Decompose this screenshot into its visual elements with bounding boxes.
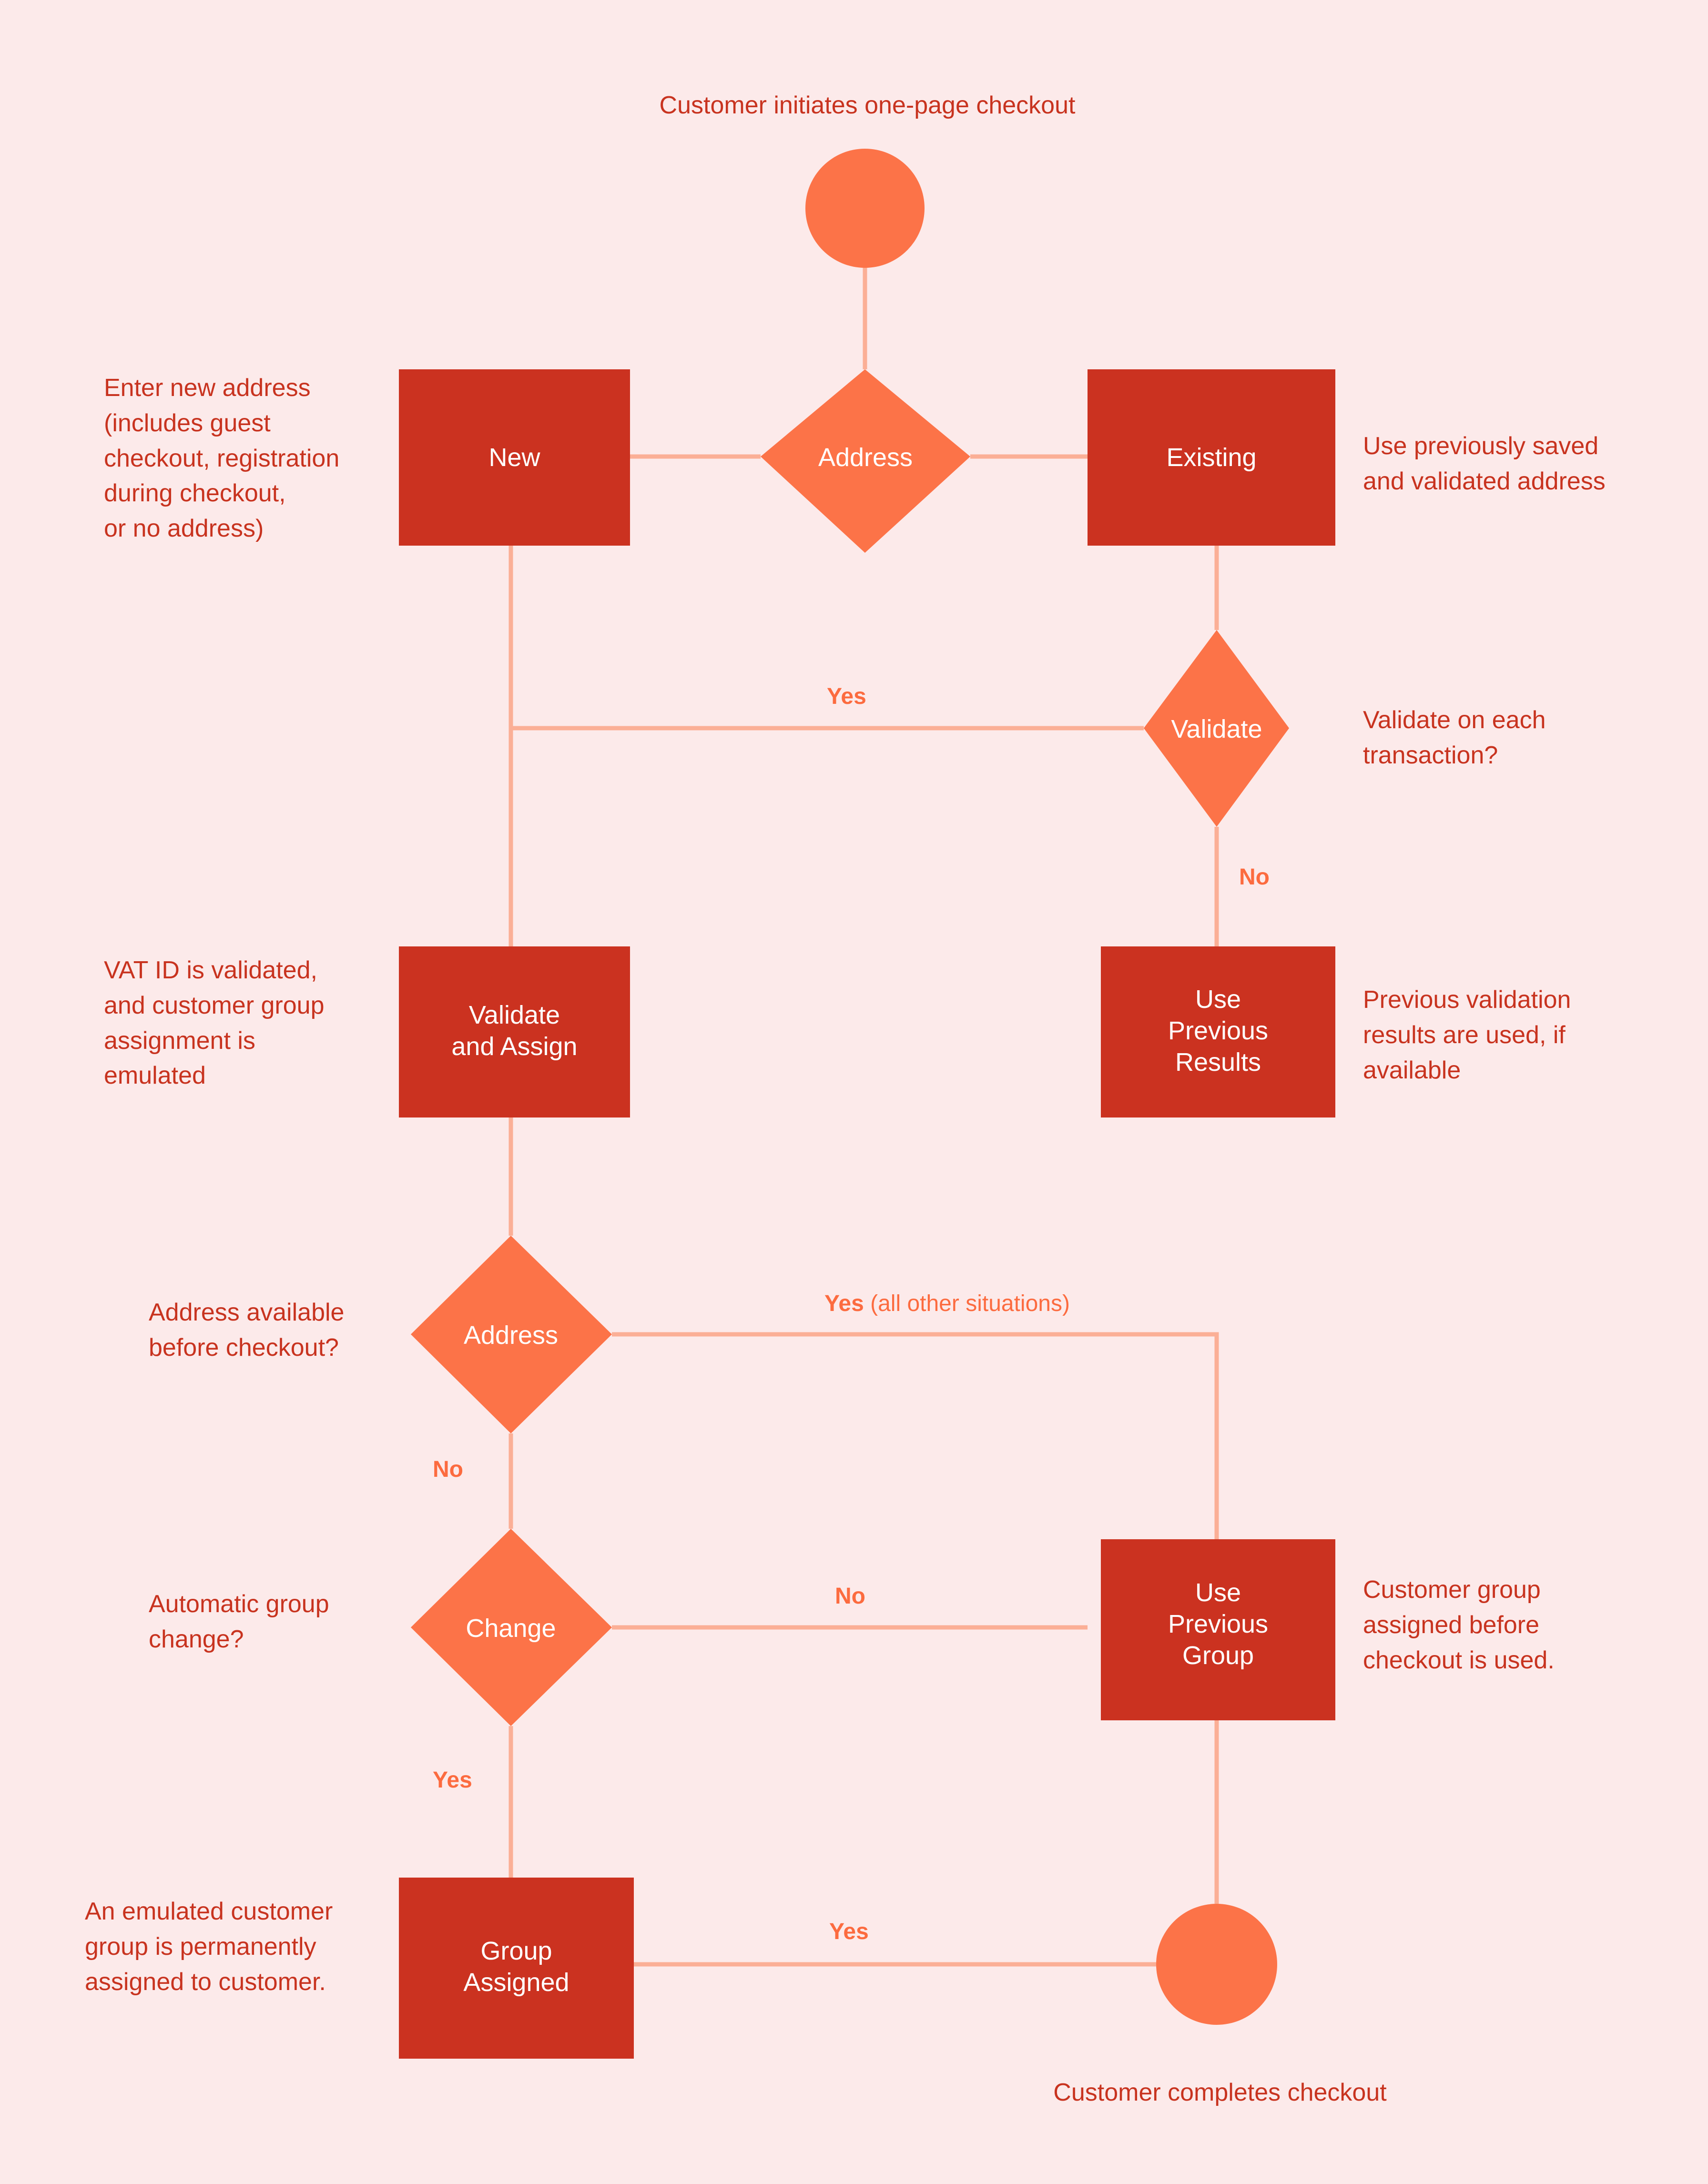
process-prev-results-shape: [1101, 946, 1335, 1117]
edge-label-address2-yes-main: Yes: [824, 1291, 864, 1316]
decision-address2-shape: [411, 1236, 612, 1433]
edge-label-validate-yes: Yes: [827, 684, 866, 709]
decision-address1-shape: [761, 369, 970, 553]
note-validate: Validate on each transaction?: [1363, 706, 1546, 769]
note-group-assigned: An emulated customer group is permanentl…: [85, 1898, 333, 1996]
note-prev-group: Customer group assigned before checkout …: [1363, 1576, 1555, 1674]
note-change: Automatic group change?: [149, 1590, 329, 1653]
process-group-assigned-shape: [399, 1878, 634, 2059]
decision-change-shape: [411, 1529, 612, 1726]
note-new: Enter new address (includes guest checko…: [104, 374, 340, 543]
note-address2: Address available before checkout?: [149, 1299, 345, 1361]
process-existing-shape: [1088, 369, 1335, 546]
process-prev-group-shape: [1101, 1539, 1335, 1720]
note-prev-results: Previous validation results are used, if…: [1363, 986, 1571, 1084]
edge-label-address2-no: No: [433, 1457, 463, 1482]
edge-label-group-yes: Yes: [829, 1919, 869, 1944]
note-existing: Use previously saved and validated addre…: [1363, 432, 1606, 495]
edge-label-address2-yes-sub: (all other situations): [870, 1291, 1070, 1316]
end-terminator: [1156, 1904, 1277, 2025]
process-new-shape: [399, 369, 630, 546]
edge-label-validate-no: No: [1239, 864, 1270, 890]
process-validate-assign-shape: [399, 946, 630, 1117]
edge-address2-yes-to-prev-group: [612, 1332, 1219, 1539]
decision-validate-shape: [1144, 630, 1289, 827]
start-terminator: [805, 149, 925, 268]
edge-label-change-no: No: [835, 1584, 865, 1609]
edge-label-address2-yes: Yes (all other situations): [824, 1290, 1070, 1317]
edge-label-change-yes: Yes: [433, 1768, 472, 1793]
flowchart-canvas: Customer initiates one-page checkout Cus…: [0, 0, 1708, 2184]
diagram-footer: Customer completes checkout: [1053, 2079, 1387, 2106]
diagram-title: Customer initiates one-page checkout: [659, 91, 1076, 119]
note-validate-assign: VAT ID is validated, and customer group …: [104, 956, 325, 1090]
